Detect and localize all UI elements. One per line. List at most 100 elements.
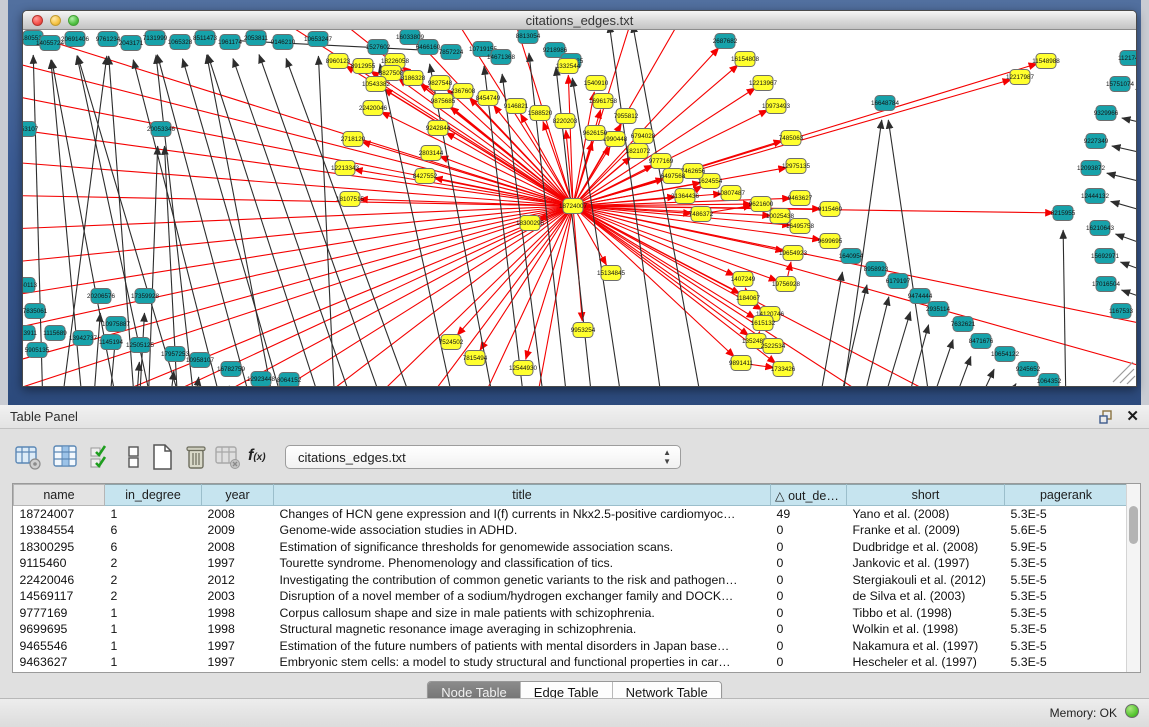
node[interactable]: 2053811	[244, 31, 269, 46]
citation-edge[interactable]	[818, 272, 842, 386]
node[interactable]: 14671368	[487, 50, 516, 65]
selected-node[interactable]: 9953254	[571, 323, 596, 338]
table-cell[interactable]: 5.3E-5	[1005, 621, 1128, 638]
table-cell[interactable]: 5.3E-5	[1005, 638, 1128, 655]
selected-node[interactable]: 18300295	[516, 216, 545, 231]
citation-edge-red[interactable]	[23, 55, 573, 206]
node[interactable]: 9227349	[1084, 134, 1109, 149]
node[interactable]: 6466160	[416, 40, 441, 55]
node[interactable]: 9329966	[1094, 106, 1119, 121]
node[interactable]: 13942737	[69, 331, 98, 346]
selected-node[interactable]: 1821072	[626, 144, 651, 159]
table-cell[interactable]: 1998	[202, 605, 274, 622]
selected-node[interactable]: 1615132	[751, 316, 776, 331]
selected-node[interactable]: 16961758	[589, 94, 618, 109]
selected-node[interactable]: 2522534	[761, 339, 786, 354]
selected-node[interactable]: 10973493	[762, 99, 791, 114]
table-cell[interactable]: 0	[771, 621, 847, 638]
column-header-out_de[interactable]: △ out_de…	[771, 485, 847, 506]
selected-node[interactable]: 6497568	[661, 169, 686, 184]
citation-edge-red[interactable]	[23, 206, 573, 265]
table-cell[interactable]: Embryonic stem cells: a model to study s…	[274, 654, 771, 671]
selected-node[interactable]: 9777169	[649, 154, 674, 169]
citation-edge-red[interactable]	[573, 206, 1136, 375]
selected-node[interactable]: 19654923	[779, 246, 808, 261]
scrollbar-thumb[interactable]	[1129, 506, 1138, 544]
node[interactable]: 20691406	[61, 32, 90, 47]
table-row[interactable]: 946362711997Embryonic stem cells: a mode…	[14, 654, 1128, 671]
selected-node[interactable]: 8186328	[401, 71, 426, 86]
citation-network-graph[interactable]: 1805531140557242069140697612342043171713…	[23, 30, 1136, 386]
selected-node[interactable]: 12217987	[1006, 70, 1035, 85]
node[interactable]: 1640954	[839, 249, 864, 264]
table-cell[interactable]: 0	[771, 522, 847, 539]
table-cell[interactable]: Nakamura et al. (1997)	[847, 638, 1005, 655]
citation-edge[interactable]	[1120, 262, 1136, 285]
selected-node[interactable]: 2803144	[419, 146, 444, 161]
table-cell[interactable]: 0	[771, 555, 847, 572]
selected-node[interactable]: 2718120	[341, 132, 366, 147]
selected-node[interactable]: 10807487	[717, 186, 746, 201]
selected-node[interactable]: 9115460	[818, 202, 843, 217]
table-cell[interactable]: Yano et al. (2008)	[847, 506, 1005, 523]
table-cell[interactable]: Tourette syndrome. Phenomenology and cla…	[274, 555, 771, 572]
table-cell[interactable]: 5.3E-5	[1005, 555, 1128, 572]
table-cell[interactable]: Estimation of the future numbers of pati…	[274, 638, 771, 655]
selected-node[interactable]: 12213967	[749, 76, 778, 91]
table-row[interactable]: 1938455462009Genome-wide association stu…	[14, 522, 1128, 539]
table-cell[interactable]: Disruption of a novel member of a sodium…	[274, 588, 771, 605]
node[interactable]: 6179197	[886, 274, 911, 289]
node[interactable]: 9474444	[908, 289, 933, 304]
table-row[interactable]: 2242004622012Investigating the contribut…	[14, 572, 1128, 589]
selected-node[interactable]: 1733426	[771, 362, 796, 377]
column-header-in_degree[interactable]: in_degree	[105, 485, 202, 506]
column-header-name[interactable]: name	[14, 485, 105, 506]
table-select-dropdown[interactable]: citations_edges.txt ▲▼	[285, 445, 681, 469]
citation-edge[interactable]	[136, 362, 139, 386]
table-cell[interactable]: Investigating the contribution of common…	[274, 572, 771, 589]
selected-node[interactable]: 9891411	[729, 356, 754, 371]
table-cell[interactable]: 0	[771, 654, 847, 671]
selected-node[interactable]: 7486372	[689, 207, 714, 222]
selected-node[interactable]: 19756928	[772, 277, 801, 292]
selected-node[interactable]: 1540910	[584, 76, 609, 91]
table-cell[interactable]: 0	[771, 572, 847, 589]
table-cell[interactable]: 1997	[202, 638, 274, 655]
node[interactable]: 8471676	[969, 334, 994, 349]
table-cell[interactable]: 49	[771, 506, 847, 523]
node[interactable]: 17016504	[1092, 277, 1121, 292]
network-view-window[interactable]: citations_edges.txt 18055311405572420691…	[22, 10, 1137, 387]
node[interactable]: 2053107	[23, 122, 39, 137]
table-scrollbar[interactable]	[1126, 484, 1140, 672]
selected-node[interactable]: 9875685	[431, 94, 456, 109]
select-mode-icon[interactable]	[88, 443, 116, 471]
table-cell[interactable]: Franke et al. (2009)	[847, 522, 1005, 539]
node[interactable]: 16648784	[871, 96, 900, 111]
node[interactable]: 15692971	[1091, 249, 1120, 264]
node[interactable]: 9245652	[1016, 362, 1041, 377]
table-cell[interactable]: 6	[105, 522, 202, 539]
table-cell[interactable]: 1	[105, 654, 202, 671]
table-cell[interactable]: 22420046	[14, 572, 105, 589]
table-cell[interactable]: Changes of HCN gene expression and I(f) …	[274, 506, 771, 523]
table-cell[interactable]: 1	[105, 506, 202, 523]
citation-edge[interactable]	[1107, 173, 1136, 192]
node[interactable]: 20206576	[87, 289, 116, 304]
citation-edge[interactable]	[169, 371, 174, 386]
selected-node[interactable]: 1184067	[736, 291, 761, 306]
citation-edge[interactable]	[286, 58, 415, 386]
selected-node[interactable]: 8220203	[553, 114, 578, 129]
table-cell[interactable]: 0	[771, 539, 847, 556]
table-cell[interactable]: Dudbridge et al. (2008)	[847, 539, 1005, 556]
node[interactable]: 1167533	[1109, 304, 1134, 319]
close-panel-icon[interactable]: ✕	[1126, 407, 1139, 425]
table-cell[interactable]: 5.6E-5	[1005, 522, 1128, 539]
column-header-year[interactable]: year	[202, 485, 274, 506]
node[interactable]: 20053346	[147, 122, 176, 137]
table-cell[interactable]: 5.3E-5	[1005, 605, 1128, 622]
selected-node[interactable]: 18107515	[336, 192, 365, 207]
create-column-icon[interactable]	[148, 443, 176, 471]
node[interactable]: 8511473	[193, 31, 218, 46]
table-row[interactable]: 946554611997Estimation of the future num…	[14, 638, 1128, 655]
selected-node[interactable]: 9827548	[428, 76, 453, 91]
